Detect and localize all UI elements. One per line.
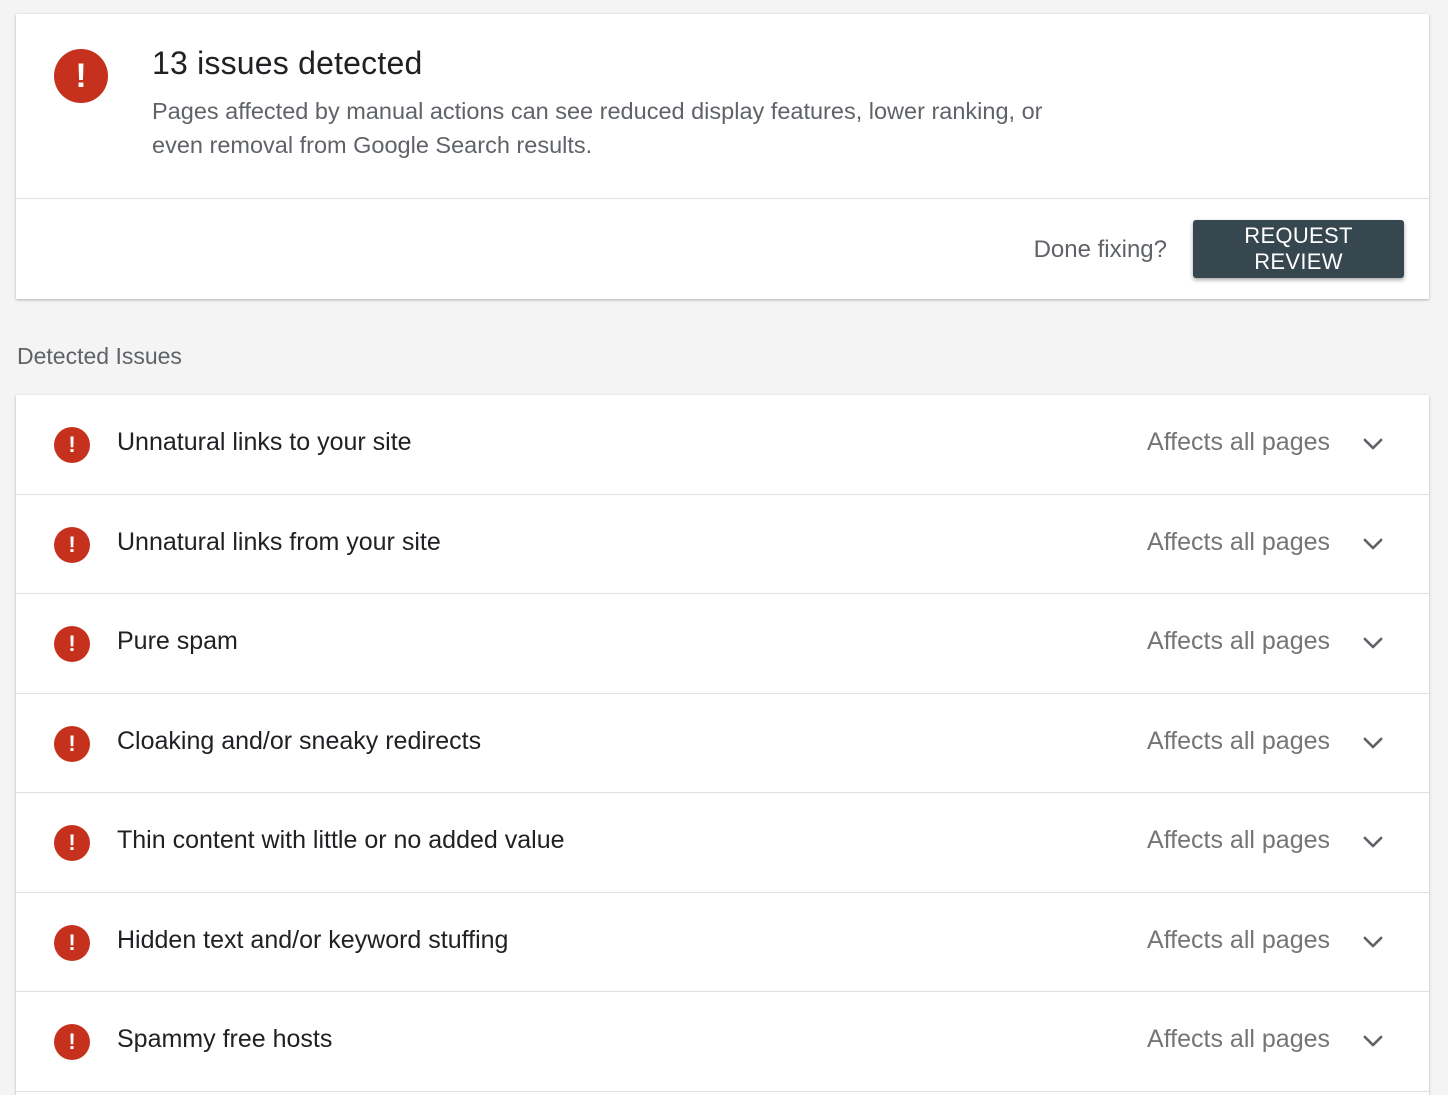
alert-exclamation-icon: ! xyxy=(54,527,90,563)
issue-scope: Affects all pages xyxy=(1147,428,1330,456)
alert-exclamation-icon: ! xyxy=(54,925,90,961)
issue-scope: Affects all pages xyxy=(1147,727,1330,755)
issue-title: Unnatural links to your site xyxy=(117,428,412,456)
manual-actions-summary-card: ! 13 issues detected Pages affected by m… xyxy=(16,14,1429,299)
chevron-down-icon[interactable] xyxy=(1359,828,1387,856)
alert-exclamation-icon: ! xyxy=(54,626,90,662)
alert-exclamation-icon: ! xyxy=(54,427,90,463)
issue-title: Pure spam xyxy=(117,627,238,655)
detected-issues-heading: Detected Issues xyxy=(17,343,182,369)
summary-header: ! 13 issues detected Pages affected by m… xyxy=(16,14,1429,199)
alert-exclamation-icon: ! xyxy=(54,726,90,762)
issue-title: Spammy free hosts xyxy=(117,1025,333,1053)
alert-exclamation-icon: ! xyxy=(54,49,108,103)
issue-title: Thin content with little or no added val… xyxy=(117,826,565,854)
issue-scope: Affects all pages xyxy=(1147,1025,1330,1053)
issue-scope: Affects all pages xyxy=(1147,826,1330,854)
detected-issues-list: ! Unnatural links to your site Affects all… xyxy=(16,395,1429,1095)
chevron-down-icon[interactable] xyxy=(1359,1027,1387,1055)
issue-scope: Affects all pages xyxy=(1147,627,1330,655)
chevron-down-icon[interactable] xyxy=(1359,430,1387,458)
issue-row[interactable]: ! Spammy free hosts Affects all pages xyxy=(16,992,1429,1092)
done-fixing-label: Done fixing? xyxy=(1033,236,1167,263)
issue-title: Hidden text and/or keyword stuffing xyxy=(117,926,509,954)
issues-count-title: 13 issues detected xyxy=(152,45,423,81)
issue-scope: Affects all pages xyxy=(1147,926,1330,954)
chevron-down-icon[interactable] xyxy=(1359,530,1387,558)
chevron-down-icon[interactable] xyxy=(1359,928,1387,956)
alert-exclamation-icon: ! xyxy=(54,825,90,861)
request-review-button[interactable]: REQUEST REVIEW xyxy=(1193,220,1404,278)
summary-description: Pages affected by manual actions can see… xyxy=(152,98,1043,158)
issue-row[interactable]: ! Cloaking and/or sneaky redirects Affects… xyxy=(16,694,1429,793)
chevron-down-icon[interactable] xyxy=(1359,729,1387,757)
issue-row[interactable]: ! Unnatural links to your site Affects all… xyxy=(16,395,1429,495)
issue-row[interactable]: ! Hidden text and/or keyword stuffing Affe… xyxy=(16,893,1429,992)
issue-row[interactable]: ! Pure spam Affects all pages xyxy=(16,594,1429,694)
issue-title: Unnatural links from your site xyxy=(117,528,441,556)
issue-row[interactable]: ! Unnatural links from your site Affects a… xyxy=(16,495,1429,594)
issue-row[interactable]: ! Thin content with little or no added va… xyxy=(16,793,1429,893)
issue-title: Cloaking and/or sneaky redirects xyxy=(117,727,482,755)
chevron-down-icon[interactable] xyxy=(1359,629,1387,657)
summary-actions: Done fixing? REQUEST REVIEW xyxy=(16,199,1429,299)
alert-exclamation-icon: ! xyxy=(54,1024,90,1060)
issue-scope: Affects all pages xyxy=(1147,528,1330,556)
